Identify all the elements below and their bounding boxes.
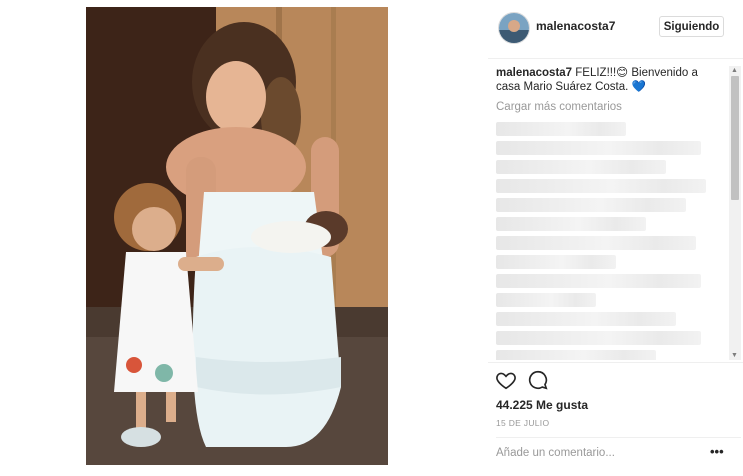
blurred-comment xyxy=(496,312,676,326)
username-link[interactable]: malenacosta7 xyxy=(536,19,615,33)
avatar-image xyxy=(499,13,529,43)
blurred-comment xyxy=(496,236,696,250)
blurred-comment xyxy=(496,217,646,231)
divider xyxy=(496,437,741,438)
blurred-comment xyxy=(496,350,656,360)
comments-list[interactable]: malenacosta7 FELIZ!!!😊 Bienvenido a casa… xyxy=(496,66,724,360)
caption-author[interactable]: malenacosta7 xyxy=(496,67,572,79)
blurred-comment xyxy=(496,255,616,269)
post-photo[interactable] xyxy=(86,7,388,465)
blurred-comment xyxy=(496,179,706,193)
scroll-down-icon[interactable]: ▼ xyxy=(731,352,738,359)
blurred-comment xyxy=(496,331,701,345)
comment-bubble-icon[interactable] xyxy=(527,369,549,391)
blurred-comment xyxy=(496,198,686,212)
comments-scrollbar[interactable]: ▲ ▼ xyxy=(729,66,741,360)
blurred-comment xyxy=(496,122,626,136)
blurred-comment xyxy=(496,141,701,155)
avatar[interactable] xyxy=(498,12,530,44)
heart-icon[interactable] xyxy=(495,369,517,391)
blurred-comment xyxy=(496,274,701,288)
post-header: malenacosta7 Siguiendo xyxy=(488,0,743,59)
more-options-icon[interactable]: ••• xyxy=(710,445,724,459)
add-comment-input[interactable]: Añade un comentario... xyxy=(496,447,615,459)
scrollbar-thumb[interactable] xyxy=(731,76,739,200)
load-more-comments-link[interactable]: Cargar más comentarios xyxy=(496,100,724,114)
photo-illustration xyxy=(86,7,388,465)
scroll-up-icon[interactable]: ▲ xyxy=(731,67,738,74)
likes-count[interactable]: 44.225 Me gusta xyxy=(496,398,588,412)
post-actions: 44.225 Me gusta 15 DE JULIO Añade un com… xyxy=(488,362,743,476)
blurred-comment xyxy=(496,293,596,307)
following-button[interactable]: Siguiendo xyxy=(659,16,724,37)
post-sidebar: malenacosta7 Siguiendo malenacosta7 FELI… xyxy=(488,0,743,475)
post-date[interactable]: 15 DE JULIO xyxy=(496,418,549,428)
caption: malenacosta7 FELIZ!!!😊 Bienvenido a casa… xyxy=(496,66,724,94)
blurred-comment xyxy=(496,160,666,174)
